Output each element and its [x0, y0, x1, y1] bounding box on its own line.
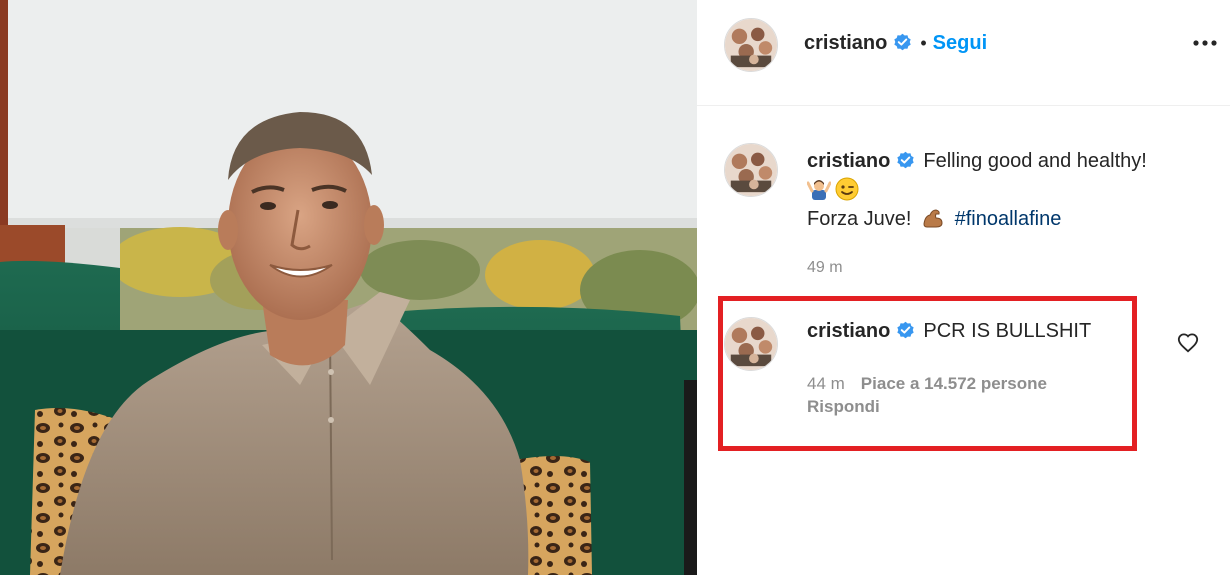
verified-badge-icon	[896, 321, 915, 340]
avatar-image-icon	[725, 144, 777, 196]
winking-face-icon	[835, 177, 859, 201]
person-gesturing-icon	[807, 177, 831, 201]
post-photo	[0, 0, 697, 575]
caption-timestamp[interactable]: 49 m	[807, 259, 843, 277]
caption-line-2	[807, 176, 1217, 205]
post-header: cristiano • Segui	[697, 0, 1230, 106]
comment-text: PCR IS BULLSHIT	[923, 320, 1092, 342]
comment-likes[interactable]: Piace a 14.572 persone	[861, 374, 1047, 393]
heart-icon[interactable]	[1177, 332, 1199, 354]
caption-line3-text: Forza Juve!	[807, 208, 912, 230]
caption-text: cristiano Felling good and healthy! Forza…	[807, 147, 1217, 234]
comment-timestamp[interactable]: 44 m	[807, 374, 845, 393]
verified-badge-icon	[893, 33, 912, 52]
author-avatar[interactable]	[724, 18, 778, 72]
photo-illustration	[0, 0, 697, 575]
avatar-image-icon	[725, 19, 777, 71]
comment-meta: 44 m Piace a 14.572 persone	[807, 374, 1047, 394]
follow-separator: •	[920, 33, 927, 53]
caption-hashtag[interactable]: #fino​alla​fine	[955, 208, 1062, 230]
comment-line: cristiano PCR IS BULLSHIT	[807, 320, 1091, 343]
author-username[interactable]: cristiano	[804, 32, 887, 54]
flexed-biceps-icon	[921, 206, 945, 230]
caption-avatar[interactable]	[724, 143, 778, 197]
caption-line-3: Forza Juve! #fino​alla​fine	[807, 205, 1217, 234]
caption-line1-text: Felling good and healthy!	[923, 150, 1147, 172]
caption-line-1: cristiano Felling good and healthy!	[807, 147, 1217, 176]
header-author-line: cristiano • Segui	[804, 32, 987, 55]
more-options-icon[interactable]	[1192, 30, 1218, 56]
comment-username[interactable]: cristiano	[807, 320, 890, 342]
follow-button[interactable]: Segui	[933, 32, 987, 54]
comment-avatar[interactable]	[724, 317, 778, 371]
avatar-image-icon	[725, 318, 777, 370]
caption-username[interactable]: cristiano	[807, 150, 890, 172]
reply-button[interactable]: Rispondi	[807, 397, 880, 417]
verified-badge-icon	[896, 151, 915, 170]
post-side-panel: cristiano • Segui cristiano Felling good an…	[697, 0, 1230, 575]
